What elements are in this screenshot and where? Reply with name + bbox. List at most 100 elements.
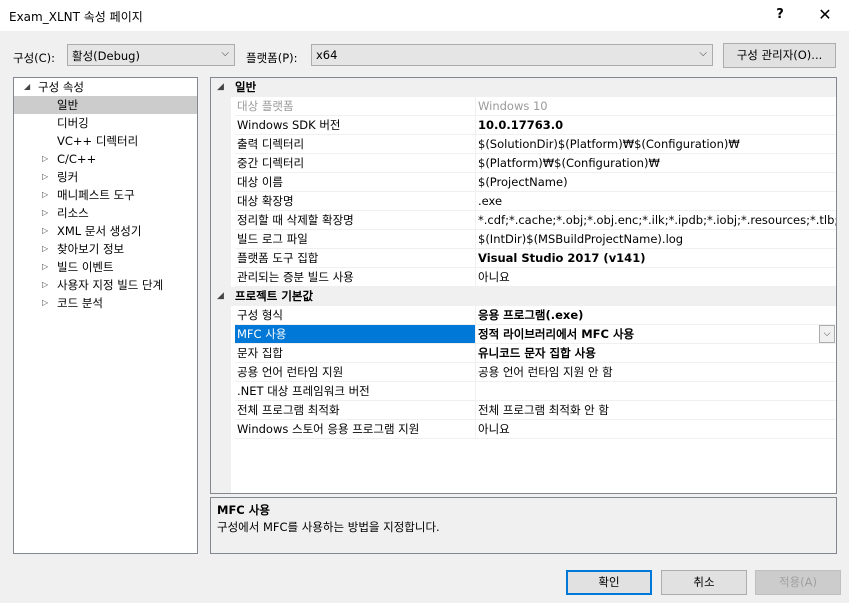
property-value[interactable]: 정적 라이브러리에서 MFC 사용 bbox=[475, 325, 836, 344]
grid-category[interactable]: ◢ 프로젝트 기본값 bbox=[211, 287, 836, 306]
property-value[interactable]: $(IntDir)$(MSBuildProjectName).log bbox=[475, 230, 836, 249]
tree-item[interactable]: 일반 bbox=[14, 96, 197, 114]
property-value[interactable]: 10.0.17763.0 bbox=[475, 116, 836, 135]
grid-row[interactable]: 구성 형식 응용 프로그램(.exe) bbox=[211, 306, 836, 325]
grid-row[interactable]: MFC 사용 정적 라이브러리에서 MFC 사용 ⌵ bbox=[211, 325, 836, 344]
grid-row[interactable]: 대상 플랫폼 Windows 10 bbox=[211, 97, 836, 116]
apply-button[interactable]: 적용(A) bbox=[755, 570, 841, 595]
grid-row[interactable]: 출력 디렉터리 $(SolutionDir)$(Platform)₩$(Confi… bbox=[211, 135, 836, 154]
grid-category[interactable]: ◢ 일반 bbox=[211, 78, 836, 97]
tree-item[interactable]: ◢ 구성 속성 bbox=[14, 78, 197, 96]
property-value[interactable] bbox=[475, 382, 836, 401]
property-name: 중간 디렉터리 bbox=[235, 154, 475, 173]
tree-item-label: 구성 속성 bbox=[38, 80, 84, 94]
property-value[interactable]: 전체 프로그램 최적화 안 함 bbox=[475, 401, 836, 420]
property-name: Windows SDK 버전 bbox=[235, 116, 475, 135]
close-button[interactable]: ✕ bbox=[812, 4, 838, 26]
config-manager-button[interactable]: 구성 관리자(O)... bbox=[723, 43, 836, 68]
description-panel: MFC 사용 구성에서 MFC를 사용하는 방법을 지정합니다. bbox=[210, 497, 837, 554]
grid-row[interactable]: 관리되는 증분 빌드 사용 아니요 bbox=[211, 268, 836, 287]
tree-item[interactable]: ▷ 사용자 지정 빌드 단계 bbox=[14, 276, 197, 294]
tree-item-label: XML 문서 생성기 bbox=[57, 224, 142, 238]
description-title: MFC 사용 bbox=[217, 503, 270, 517]
tree-item-label: 찾아보기 정보 bbox=[57, 242, 125, 256]
grid-row[interactable]: 전체 프로그램 최적화 전체 프로그램 최적화 안 함 bbox=[211, 401, 836, 420]
ok-button[interactable]: 확인 bbox=[566, 570, 652, 595]
tree-item-label: 코드 분석 bbox=[57, 296, 103, 310]
collapsed-arrow-icon[interactable]: ▷ bbox=[42, 222, 48, 240]
tree-item-label: 리소스 bbox=[57, 206, 89, 220]
expanded-arrow-icon[interactable]: ◢ bbox=[24, 78, 30, 96]
grid-row[interactable]: Windows 스토어 응용 프로그램 지원 아니요 bbox=[211, 420, 836, 439]
property-name: Windows 스토어 응용 프로그램 지원 bbox=[235, 420, 475, 439]
expanded-arrow-icon[interactable]: ◢ bbox=[217, 78, 224, 97]
property-value[interactable]: $(SolutionDir)$(Platform)₩$(Configuratio… bbox=[475, 135, 836, 154]
property-grid[interactable]: ◢ 일반대상 플랫폼 Windows 10 Windows SDK 버전 10.0.17… bbox=[210, 77, 837, 494]
tree-item[interactable]: ▷ 리소스 bbox=[14, 204, 197, 222]
tree-item[interactable]: ▷ C/C++ bbox=[14, 150, 197, 168]
collapsed-arrow-icon[interactable]: ▷ bbox=[42, 276, 48, 294]
chevron-down-icon: ⌵ bbox=[699, 48, 707, 59]
property-name: 대상 플랫폼 bbox=[235, 97, 475, 116]
collapsed-arrow-icon[interactable]: ▷ bbox=[42, 168, 48, 186]
help-button[interactable]: ? bbox=[768, 4, 792, 26]
tree-item[interactable]: ▷ 링커 bbox=[14, 168, 197, 186]
tree-item[interactable]: ▷ 찾아보기 정보 bbox=[14, 240, 197, 258]
property-name: 대상 이름 bbox=[235, 173, 475, 192]
collapsed-arrow-icon[interactable]: ▷ bbox=[42, 204, 48, 222]
property-value[interactable]: Windows 10 bbox=[475, 97, 836, 116]
grid-row[interactable]: 중간 디렉터리 $(Platform)₩$(Configuration)₩ bbox=[211, 154, 836, 173]
property-value[interactable]: 아니요 bbox=[475, 420, 836, 439]
chevron-down-icon: ⌵ bbox=[221, 48, 229, 59]
property-name: 구성 형식 bbox=[235, 306, 475, 325]
property-name: 문자 집합 bbox=[235, 344, 475, 363]
property-name: 플랫폼 도구 집합 bbox=[235, 249, 475, 268]
collapsed-arrow-icon[interactable]: ▷ bbox=[42, 186, 48, 204]
property-value[interactable]: 아니요 bbox=[475, 268, 836, 287]
property-value[interactable]: Visual Studio 2017 (v141) bbox=[475, 249, 836, 268]
tree-item[interactable]: ▷ 매니페스트 도구 bbox=[14, 186, 197, 204]
grid-row[interactable]: 공용 언어 런타임 지원 공용 언어 런타임 지원 안 함 bbox=[211, 363, 836, 382]
collapsed-arrow-icon[interactable]: ▷ bbox=[42, 258, 48, 276]
grid-row[interactable]: 대상 이름 $(ProjectName) bbox=[211, 173, 836, 192]
property-value[interactable]: 공용 언어 런타임 지원 안 함 bbox=[475, 363, 836, 382]
platform-combo[interactable]: x64 ⌵ bbox=[311, 44, 713, 66]
title-bar: Exam_XLNT 속성 페이지 ? ✕ bbox=[0, 0, 849, 31]
property-name: 출력 디렉터리 bbox=[235, 135, 475, 154]
property-name: 정리할 때 삭제할 확장명 bbox=[235, 211, 475, 230]
collapsed-arrow-icon[interactable]: ▷ bbox=[42, 150, 48, 168]
config-combo[interactable]: 활성(Debug) ⌵ bbox=[67, 44, 235, 66]
property-value[interactable]: 응용 프로그램(.exe) bbox=[475, 306, 836, 325]
collapsed-arrow-icon[interactable]: ▷ bbox=[42, 294, 48, 312]
expanded-arrow-icon[interactable]: ◢ bbox=[217, 287, 224, 306]
grid-row[interactable]: 문자 집합 유니코드 문자 집합 사용 bbox=[211, 344, 836, 363]
property-value[interactable]: 유니코드 문자 집합 사용 bbox=[475, 344, 836, 363]
platform-label: 플랫폼(P): bbox=[246, 51, 298, 65]
grid-row[interactable]: 빌드 로그 파일 $(IntDir)$(MSBuildProjectName).l… bbox=[211, 230, 836, 249]
cancel-button[interactable]: 취소 bbox=[661, 570, 747, 595]
grid-row[interactable]: .NET 대상 프레임워크 버전 bbox=[211, 382, 836, 401]
tree-item-label: 링커 bbox=[57, 170, 79, 184]
grid-row[interactable]: Windows SDK 버전 10.0.17763.0 bbox=[211, 116, 836, 135]
tree-item[interactable]: ▷ 빌드 이벤트 bbox=[14, 258, 197, 276]
property-value[interactable]: .exe bbox=[475, 192, 836, 211]
property-name: 관리되는 증분 빌드 사용 bbox=[235, 268, 475, 287]
property-tree[interactable]: ◢ 구성 속성 일반 디버깅 VC++ 디렉터리 ▷ C/C++ ▷ 링커 ▷ 매니페스트 도구 ▷ 리… bbox=[13, 77, 198, 554]
window-title: Exam_XLNT 속성 페이지 bbox=[9, 10, 143, 24]
grid-category-label: 프로젝트 기본값 bbox=[235, 289, 314, 303]
tree-item[interactable]: ▷ XML 문서 생성기 bbox=[14, 222, 197, 240]
tree-item[interactable]: ▷ 코드 분석 bbox=[14, 294, 197, 312]
grid-row[interactable]: 플랫폼 도구 집합 Visual Studio 2017 (v141) bbox=[211, 249, 836, 268]
property-value[interactable]: *.cdf;*.cache;*.obj;*.obj.enc;*.ilk;*.ip… bbox=[475, 211, 836, 230]
chevron-down-icon[interactable]: ⌵ bbox=[819, 325, 835, 343]
property-value[interactable]: $(ProjectName) bbox=[475, 173, 836, 192]
tree-item[interactable]: VC++ 디렉터리 bbox=[14, 132, 197, 150]
grid-category-label: 일반 bbox=[235, 80, 257, 94]
grid-row[interactable]: 대상 확장명 .exe bbox=[211, 192, 836, 211]
grid-row[interactable]: 정리할 때 삭제할 확장명 *.cdf;*.cache;*.obj;*.obj.e… bbox=[211, 211, 836, 230]
tree-item[interactable]: 디버깅 bbox=[14, 114, 197, 132]
collapsed-arrow-icon[interactable]: ▷ bbox=[42, 240, 48, 258]
property-name: 공용 언어 런타임 지원 bbox=[235, 363, 475, 382]
config-value: 활성(Debug) bbox=[72, 49, 140, 63]
property-value[interactable]: $(Platform)₩$(Configuration)₩ bbox=[475, 154, 836, 173]
